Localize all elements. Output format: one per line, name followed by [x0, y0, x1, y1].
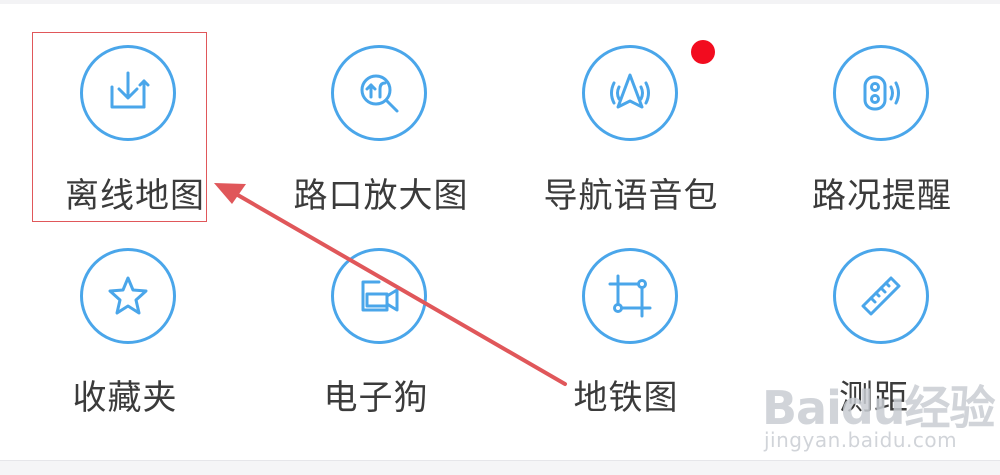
bottom-divider	[0, 460, 1000, 475]
watermark-url: jingyan.baidu.com	[764, 428, 958, 452]
tools-panel: 离线地图 路口放大图 导航语音包 路况提醒 收藏夹 电子狗 地铁图 测距 Bai…	[0, 0, 1000, 475]
